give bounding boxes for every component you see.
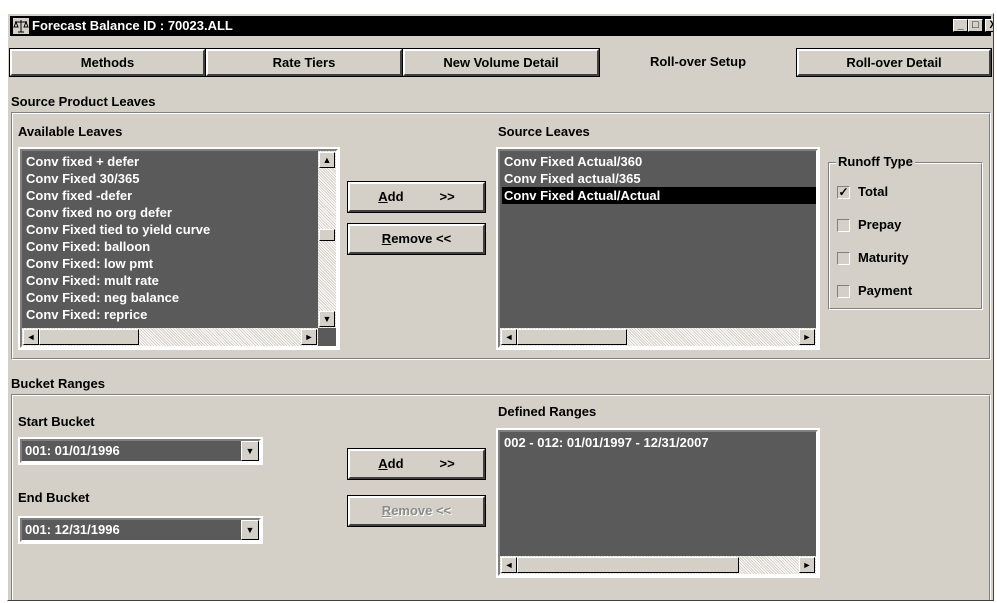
total-checkbox[interactable]: ✓	[837, 186, 850, 199]
minimize-icon: _	[957, 19, 964, 31]
prepay-label: Prepay	[858, 217, 902, 232]
tab-label: New Volume Detail	[443, 55, 559, 70]
list-item[interactable]: Conv Fixed 30/365	[24, 170, 318, 187]
scroll-thumb[interactable]	[319, 229, 335, 241]
tab-roll-over-detail[interactable]: Roll-over Detail	[796, 48, 992, 77]
list-item[interactable]: Conv Fixed: low pmt	[24, 255, 318, 272]
scroll-left-icon[interactable]: ◄	[23, 329, 39, 345]
tab-label: Methods	[80, 55, 135, 70]
end-bucket-value: 001: 12/31/1996	[25, 522, 120, 537]
list-item[interactable]: Conv Fixed: balloon	[24, 238, 318, 255]
remove-leaf-button[interactable]: Remove <<	[347, 223, 486, 255]
defined-ranges-list[interactable]: 002 - 012: 01/01/1997 - 12/31/2007 ◄ ►	[498, 430, 818, 576]
scroll-down-icon[interactable]: ▼	[319, 311, 335, 327]
list-item[interactable]: Conv fixed -defer	[24, 187, 318, 204]
defined-horizontal-scrollbar[interactable]: ◄ ►	[500, 556, 816, 574]
remove-mnemonic: R	[381, 503, 392, 518]
start-bucket-label: Start Bucket	[18, 414, 95, 429]
list-item[interactable]: Conv Fixed: reprice	[24, 306, 318, 323]
runoff-type-title: Runoff Type	[836, 154, 915, 169]
list-item-selected[interactable]: Conv Fixed Actual/Actual	[502, 187, 816, 204]
list-item[interactable]: Conv Fixed: mult rate	[24, 272, 318, 289]
tab-rate-tiers[interactable]: Rate Tiers	[205, 48, 403, 77]
tab-label: Roll-over Setup	[649, 54, 747, 69]
scroll-thumb[interactable]	[39, 329, 139, 345]
remove-label: emove <<	[391, 503, 452, 518]
prepay-checkbox[interactable]	[837, 219, 850, 232]
scale-icon	[13, 18, 29, 34]
list-item[interactable]: Conv fixed + defer	[24, 153, 318, 170]
remove-label: emove <<	[391, 231, 452, 246]
add-arrows: >>	[439, 456, 455, 471]
tab-label: Rate Tiers	[272, 55, 336, 70]
add-label: dd	[387, 189, 404, 204]
checkmark-icon: ✓	[838, 185, 849, 199]
scroll-left-icon[interactable]: ◄	[501, 329, 517, 345]
window-title: Forecast Balance ID : 70023.ALL	[32, 18, 233, 33]
remove-range-button[interactable]: Remove <<	[347, 495, 486, 527]
list-item[interactable]: 002 - 012: 01/01/1997 - 12/31/2007	[502, 434, 816, 451]
available-leaves-label: Available Leaves	[18, 124, 123, 139]
list-item[interactable]: Conv Fixed tied to yield curve	[24, 221, 318, 238]
scroll-right-icon[interactable]: ►	[799, 557, 815, 573]
tab-label: Roll-over Detail	[846, 55, 942, 70]
add-mnemonic: A	[378, 456, 388, 471]
remove-mnemonic: R	[381, 231, 392, 246]
forecast-balance-window: Forecast Balance ID : 70023.ALL _ □ X Me…	[7, 13, 994, 601]
payment-label: Payment	[858, 283, 913, 298]
maturity-checkbox[interactable]	[837, 252, 850, 265]
source-leaves-label: Source Leaves	[498, 124, 590, 139]
bucket-ranges-heading: Bucket Ranges	[11, 376, 105, 391]
end-bucket-select[interactable]: 001: 12/31/1996 ▼	[20, 518, 261, 542]
start-bucket-select[interactable]: 001: 01/01/1996 ▼	[20, 439, 261, 463]
scroll-thumb[interactable]	[517, 329, 627, 345]
tab-new-volume-detail[interactable]: New Volume Detail	[402, 48, 600, 77]
close-icon: X	[989, 19, 993, 31]
list-item[interactable]: Conv fixed no org defer	[24, 204, 318, 221]
payment-checkbox[interactable]	[837, 285, 850, 298]
source-horizontal-scrollbar[interactable]: ◄ ►	[500, 328, 816, 346]
scroll-thumb[interactable]	[517, 557, 739, 573]
scroll-left-icon[interactable]: ◄	[501, 557, 517, 573]
close-button[interactable]: X	[985, 19, 993, 32]
start-bucket-value: 001: 01/01/1996	[25, 443, 120, 458]
scroll-up-icon[interactable]: ▲	[319, 152, 335, 168]
minimize-button[interactable]: _	[953, 19, 968, 32]
tab-methods[interactable]: Methods	[9, 48, 206, 77]
maximize-button[interactable]: □	[968, 19, 983, 32]
scroll-right-icon[interactable]: ►	[301, 329, 317, 345]
list-item[interactable]: Conv Fixed Actual/360	[502, 153, 816, 170]
add-label: dd	[387, 456, 404, 471]
list-item[interactable]: Conv Fixed actual/365	[502, 170, 816, 187]
available-leaves-list[interactable]: Conv fixed + defer Conv Fixed 30/365 Con…	[20, 149, 338, 348]
total-label: Total	[858, 184, 889, 199]
add-arrows: >>	[439, 189, 455, 204]
title-bar[interactable]: Forecast Balance ID : 70023.ALL _ □ X	[10, 16, 993, 36]
chevron-down-icon[interactable]: ▼	[241, 441, 259, 461]
available-horizontal-scrollbar[interactable]: ◄ ►	[22, 328, 318, 346]
maximize-icon: □	[972, 19, 979, 31]
defined-ranges-label: Defined Ranges	[498, 404, 597, 419]
scroll-right-icon[interactable]: ►	[799, 329, 815, 345]
chevron-down-icon[interactable]: ▼	[241, 520, 259, 540]
source-leaves-list[interactable]: Conv Fixed Actual/360 Conv Fixed actual/…	[498, 149, 818, 348]
available-vertical-scrollbar[interactable]: ▲ ▼	[318, 151, 336, 328]
source-product-leaves-heading: Source Product Leaves	[11, 94, 156, 109]
add-range-button[interactable]: Add >>	[347, 448, 486, 480]
add-mnemonic: A	[378, 189, 388, 204]
add-leaf-button[interactable]: Add >>	[347, 181, 486, 213]
end-bucket-label: End Bucket	[18, 490, 90, 505]
tab-roll-over-setup[interactable]: Roll-over Setup	[600, 49, 796, 76]
list-item[interactable]: Conv Fixed: neg balance	[24, 289, 318, 306]
maturity-label: Maturity	[858, 250, 909, 265]
